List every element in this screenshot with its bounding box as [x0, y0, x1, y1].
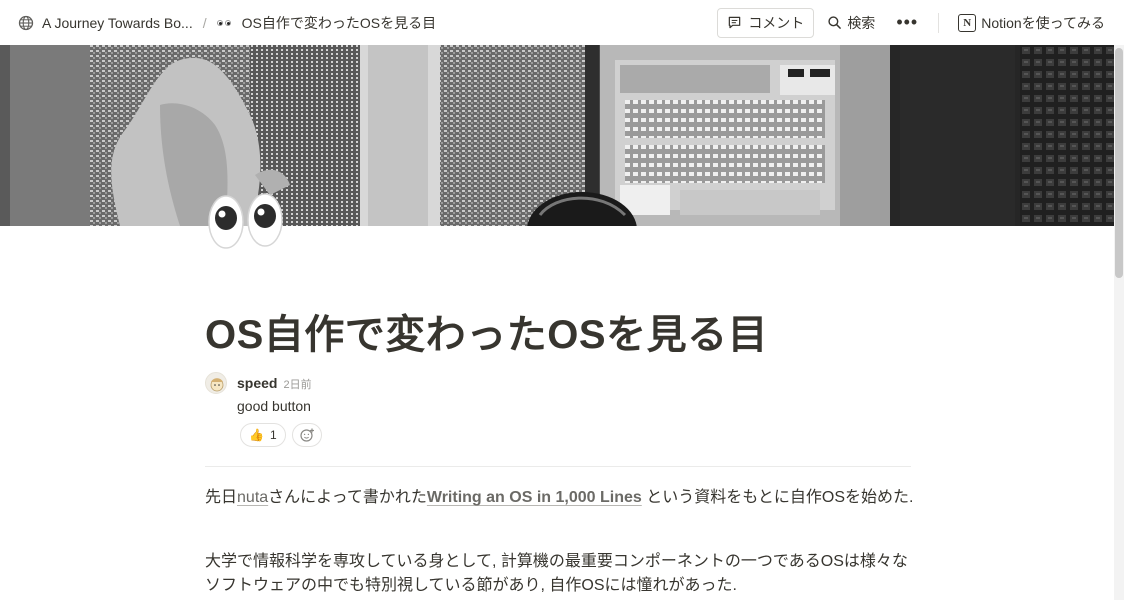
link-writing-an-os[interactable]: Writing an OS in 1,000 Lines [427, 489, 642, 506]
link-nuta[interactable]: nuta [237, 489, 268, 506]
add-reaction-icon [300, 428, 314, 442]
search-button[interactable]: 検索 [820, 8, 882, 38]
paragraph-motivation: 大学で情報科学を専攻している身として, 計算機の最重要コンポーネントの一つである… [205, 550, 925, 598]
topbar-divider [938, 12, 940, 33]
breadcrumb-page[interactable]: OS自作で変わったOSを見る目 [213, 11, 440, 35]
page-title: OS自作で変わったOSを見る目 [205, 313, 769, 357]
breadcrumb-separator: / [202, 14, 207, 31]
eyes-page-icon[interactable] [205, 190, 287, 256]
breadcrumb-page-label: OS自作で変わったOSを見る目 [241, 14, 437, 31]
paragraph-text: という資料をもとに自作OSを始めた. [641, 489, 914, 506]
cover-image [0, 45, 1114, 226]
paragraph-line: 大学で情報科学を専攻している身として, 計算機の最重要コンポーネントの一つである… [205, 553, 908, 570]
scrollbar-thumb[interactable] [1115, 48, 1123, 278]
paragraph-text: 先日 [205, 489, 238, 506]
paragraph-intro: 先日nutaさんによって書かれたWriting an OS in 1,000 L… [205, 486, 925, 510]
breadcrumb-workspace[interactable]: A Journey Towards Bo... [14, 13, 197, 33]
comment-body: good button [237, 398, 311, 414]
breadcrumb-workspace-label: A Journey Towards Bo... [42, 14, 193, 31]
more-icon[interactable]: ••• [888, 12, 926, 33]
top-bar: A Journey Towards Bo... / OS自作で変わったOSを見る… [0, 0, 1124, 45]
comment-time: 2日前 [283, 379, 312, 391]
globe-icon [18, 15, 34, 30]
search-icon [828, 16, 842, 29]
try-notion-label: Notionを使ってみる [981, 14, 1105, 31]
comment-icon [729, 16, 741, 29]
thumbs-up-icon: 👍 [249, 428, 264, 442]
divider [205, 466, 911, 467]
comment-button[interactable]: コメント [717, 7, 815, 38]
avatar[interactable] [205, 372, 227, 394]
search-button-label: 検索 [847, 14, 876, 31]
eyes-icon [216, 19, 231, 26]
add-reaction-button[interactable] [291, 423, 322, 447]
breadcrumb: A Journey Towards Bo... / OS自作で変わったOSを見る… [14, 11, 440, 35]
reaction-count: 1 [269, 428, 277, 442]
reaction-thumbs-up[interactable]: 👍 1 [240, 423, 286, 447]
paragraph-line: ソフトウェアの中でも特別視している節があり, 自作OSには憧れがあった. [205, 577, 737, 594]
comment-author: speed [237, 375, 278, 391]
notion-logo-icon: N [958, 13, 977, 32]
paragraph-text: さんによって書かれた [268, 489, 427, 506]
try-notion-button[interactable]: N Notionを使ってみる [951, 8, 1112, 38]
comment-button-label: コメント [748, 14, 805, 31]
